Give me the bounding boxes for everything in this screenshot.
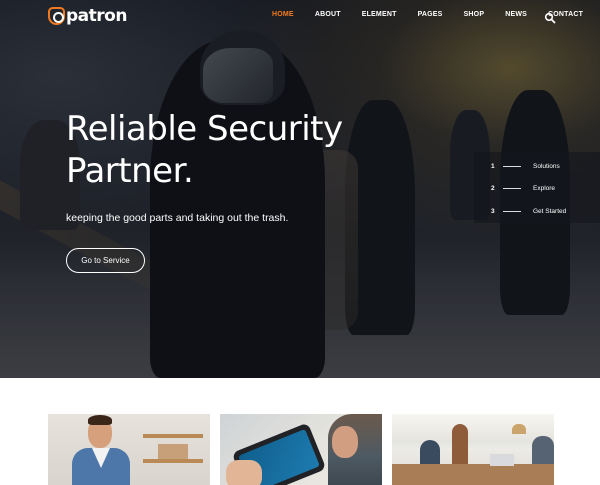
logo-text: patron [66,6,127,26]
hand [226,460,262,485]
top-navigation: patron HOME ABOUT ELEMENT PAGES SHOP NEW… [0,0,600,34]
step-label: Solutions [533,162,560,170]
nav-about[interactable]: ABOUT [315,11,341,18]
nav-news[interactable]: NEWS [505,11,527,18]
search-icon[interactable] [544,11,556,24]
person-hair [88,415,112,425]
lamp [512,424,526,434]
site-logo[interactable]: patron [48,4,127,28]
hero-steps-panel: 1 Solutions 2 Explore 3 Get Started [474,152,600,223]
hero-subtitle: keeping the good parts and taking out th… [66,212,289,224]
person-head [332,426,358,458]
step-explore[interactable]: 2 Explore [491,182,555,194]
nav-element[interactable]: ELEMENT [362,11,397,18]
step-divider [503,210,521,212]
step-solutions[interactable]: 1 Solutions [491,160,560,172]
go-to-service-button[interactable]: Go to Service [66,248,145,273]
hero-headline: Reliable Security Partner. [66,108,343,192]
desk [392,464,554,485]
step-get-started[interactable]: 3 Get Started [491,205,566,217]
headline-line-1: Reliable Security [66,109,343,149]
nav-pages[interactable]: PAGES [418,11,443,18]
feature-cards [0,378,600,485]
hero-banner: patron HOME ABOUT ELEMENT PAGES SHOP NEW… [0,0,600,378]
card-image-office-team[interactable] [392,414,554,485]
card-image-team-member[interactable] [48,414,210,485]
office-window [392,414,554,442]
step-divider [503,165,521,167]
step-number: 1 [491,162,495,170]
shelf [143,459,203,463]
step-number: 2 [491,184,495,192]
logo-shield-icon [48,7,65,25]
nav-home[interactable]: HOME [272,11,294,18]
step-divider [503,187,521,189]
shelf [143,434,203,438]
step-label: Explore [533,184,556,192]
step-number: 3 [491,207,495,215]
step-label: Get Started [533,207,567,215]
nav-shop[interactable]: SHOP [464,11,485,18]
laptop [490,454,514,466]
card-image-tablet-user[interactable] [220,414,382,485]
headline-line-2: Partner. [66,151,194,191]
shelf-box [158,444,188,459]
